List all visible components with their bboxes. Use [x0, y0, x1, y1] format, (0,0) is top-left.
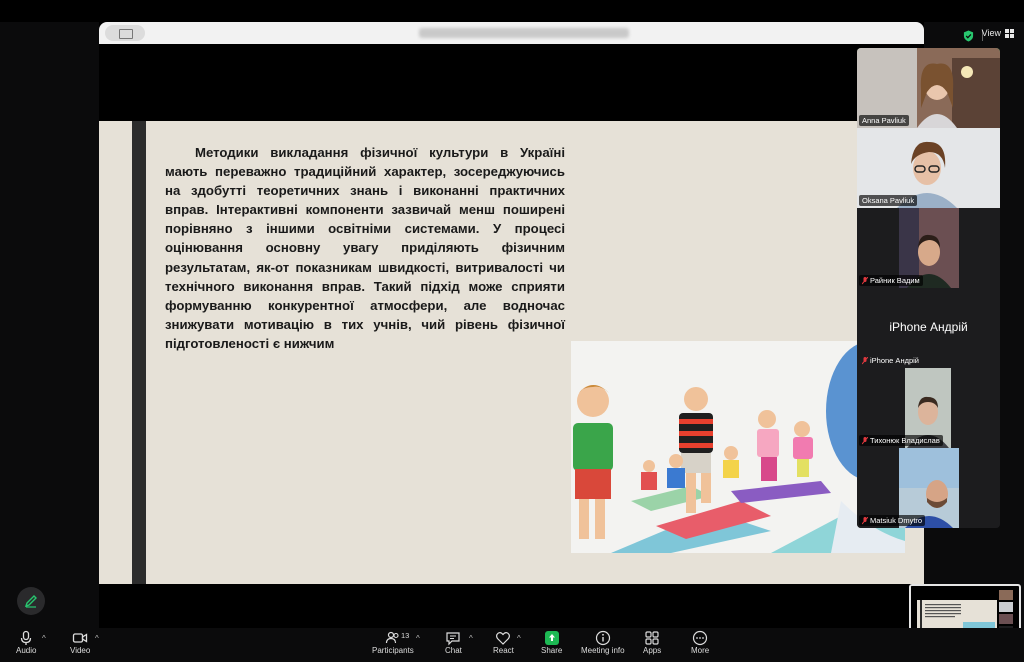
video-button[interactable]: Video	[70, 630, 90, 655]
shared-screen[interactable]: Методики викладання фізичної культури в …	[99, 22, 924, 628]
participant-name-label: Anna Pavliuk	[859, 115, 909, 126]
participant-tile-iphone-andriy[interactable]: iPhone Андрій iPhone Андрій	[857, 288, 1000, 368]
participant-tile-oksana-pavliuk[interactable]: Oksana Pavliuk	[857, 128, 1000, 208]
annotate-button[interactable]	[17, 587, 45, 615]
apps-button[interactable]: Apps	[643, 630, 661, 655]
mic-muted-icon	[861, 516, 869, 525]
share-button[interactable]: Share	[541, 630, 562, 655]
top-bar	[0, 0, 1024, 22]
audio-options-caret[interactable]: ^	[42, 634, 46, 643]
mic-muted-icon	[861, 356, 869, 365]
share-screen-icon	[544, 631, 559, 645]
participant-name-label: Тихонюк Владислав	[859, 435, 943, 446]
apps-icon	[645, 631, 659, 645]
pencil-icon	[24, 595, 37, 608]
audio-button[interactable]: Audio	[16, 630, 36, 655]
camera-icon	[73, 633, 88, 643]
chat-options-caret[interactable]: ^	[469, 634, 473, 643]
participant-name-label: Matsiuk Dmytro	[859, 515, 926, 526]
shared-window-tab[interactable]	[105, 25, 145, 41]
participant-tile-matsiuk-dmytro[interactable]: Matsiuk Dmytro	[857, 448, 1000, 528]
children-exercise-photo	[571, 341, 905, 553]
more-button[interactable]: More	[691, 630, 709, 655]
react-options-caret[interactable]: ^	[517, 634, 521, 643]
slide-paragraph: Методики викладання фізичної культури в …	[165, 145, 565, 351]
participant-name-label: Oksana Pavliuk	[859, 195, 918, 206]
shield-icon[interactable]	[963, 30, 974, 42]
slide-accent-bar	[132, 121, 146, 584]
participants-gallery: Anna Pavliuk Oksana Pavliuk Райник Вадим…	[857, 48, 1000, 528]
participant-tile-anna-pavliuk[interactable]: Anna Pavliuk	[857, 48, 1000, 128]
microphone-icon	[21, 630, 32, 645]
participant-name-label: Райник Вадим	[859, 275, 923, 286]
participant-tile-tykhoniuk[interactable]: Тихонюк Владислав	[857, 368, 1000, 448]
shared-window-toolbar	[99, 22, 924, 44]
participants-options-caret[interactable]: ^	[416, 634, 420, 643]
video-options-caret[interactable]: ^	[95, 634, 99, 643]
chat-button[interactable]: Chat	[445, 630, 462, 655]
mic-muted-icon	[861, 276, 869, 285]
view-label: View	[981, 28, 1001, 38]
view-button[interactable]: View	[982, 28, 1014, 38]
mic-muted-icon	[861, 436, 869, 445]
participant-display-name: iPhone Андрій	[889, 320, 968, 334]
chat-icon	[446, 632, 461, 646]
presentation-slide: Методики викладання фізичної культури в …	[99, 121, 924, 584]
people-icon	[385, 631, 399, 644]
window-icon	[119, 29, 133, 39]
info-icon	[595, 630, 610, 646]
heart-icon	[496, 632, 511, 645]
participant-tile-vadym[interactable]: Райник Вадим	[857, 208, 1000, 288]
shared-window-title-blurred	[419, 28, 629, 38]
meeting-toolbar: Audio ^ Video ^ Participants 13 ^ Chat ^…	[0, 628, 1024, 662]
participant-name-label: iPhone Андрій	[859, 355, 922, 366]
participants-count-badge: 13	[401, 631, 410, 640]
meeting-info-button[interactable]: Meeting info	[581, 630, 625, 655]
grid-icon	[1005, 28, 1014, 38]
react-button[interactable]: React	[493, 630, 514, 655]
more-icon	[693, 630, 708, 646]
